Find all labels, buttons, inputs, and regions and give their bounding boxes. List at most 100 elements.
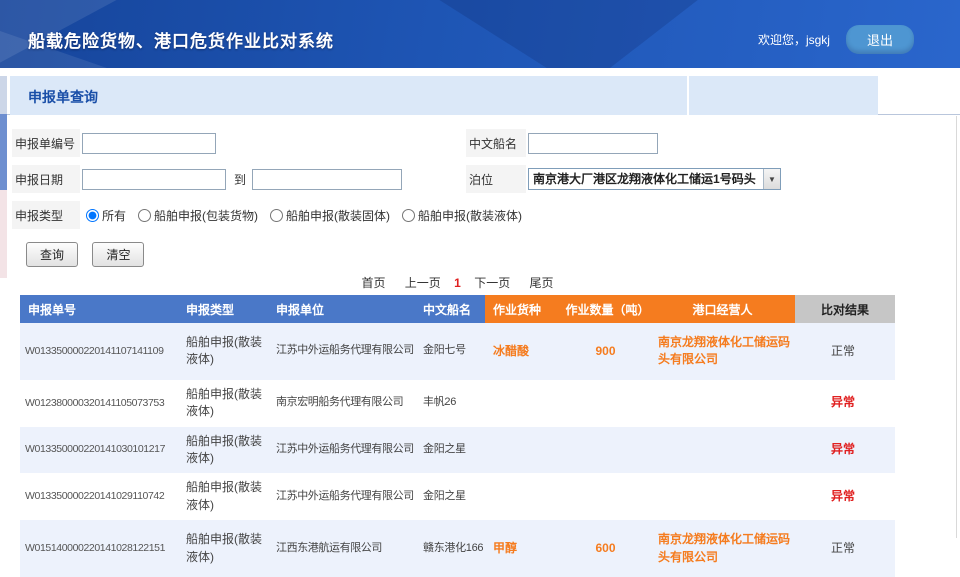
header-gap <box>0 68 960 76</box>
logout-button[interactable]: 退出 <box>846 25 914 54</box>
cell-agent: 江苏中外运船务代理有限公司 <box>268 323 415 380</box>
cell-declare-type: 船舶申报(散装液体) <box>178 323 268 380</box>
table-row: W013350000220141107141109船舶申报(散装液体)江苏中外运… <box>20 323 895 380</box>
column-header-3: 中文船名 <box>415 295 485 323</box>
left-strip-handle[interactable] <box>0 114 7 190</box>
declare-type-option[interactable]: 所有 <box>86 207 126 224</box>
cell-operator <box>650 380 795 427</box>
date-to-input[interactable] <box>252 169 402 190</box>
declare-type-option[interactable]: 船舶申报(散装固体) <box>270 207 390 224</box>
cell-cargo <box>485 473 565 520</box>
column-header-4: 作业货种 <box>485 295 565 323</box>
column-header-2: 申报单位 <box>268 295 415 323</box>
declare-date-label: 申报日期 <box>12 165 80 193</box>
table-row: W013350000220141030101217船舶申报(散装液体)江苏中外运… <box>20 427 895 474</box>
declare-type-option[interactable]: 船舶申报(散装液体) <box>402 207 522 224</box>
left-panel-strip[interactable] <box>0 76 7 278</box>
cell-agent: 江西东港航运有限公司 <box>268 520 415 577</box>
cell-agent: 江苏中外运船务代理有限公司 <box>268 427 415 474</box>
date-to-label: 到 <box>234 171 246 188</box>
tab-declaration-query[interactable]: 申报单查询 <box>10 76 878 115</box>
column-header-1: 申报类型 <box>178 295 268 323</box>
page-right-edge <box>956 116 957 538</box>
dropdown-arrow-icon[interactable]: ▼ <box>763 169 780 189</box>
declare-type-option[interactable]: 船舶申报(包装货物) <box>138 207 258 224</box>
pagination: 首页 上一页 1 下一页 尾页 <box>20 274 895 291</box>
table-row: W012380000320141105073753船舶申报(散装液体)南京宏明船… <box>20 380 895 427</box>
cell-quantity <box>565 380 650 427</box>
column-header-6: 港口经营人 <box>650 295 795 323</box>
declare-type-radio[interactable] <box>270 209 283 222</box>
berth-label: 泊位 <box>466 165 526 193</box>
cell-declaration-no: W013350000220141030101217 <box>20 427 178 474</box>
declare-type-option-label: 船舶申报(包装货物) <box>154 207 258 224</box>
pagination-current-page: 1 <box>454 276 461 290</box>
cell-ship-name: 金阳之星 <box>415 427 485 474</box>
cell-declaration-no: W012380000320141105073753 <box>20 380 178 427</box>
pagination-first[interactable]: 首页 <box>361 276 385 290</box>
cell-operator: 南京龙翔液体化工储运码头有限公司 <box>650 323 795 380</box>
cell-operator: 南京龙翔液体化工储运码头有限公司 <box>650 520 795 577</box>
table-row: W013350000220141029110742船舶申报(散装液体)江苏中外运… <box>20 473 895 520</box>
column-header-0: 申报单号 <box>20 295 178 323</box>
left-strip-top <box>0 76 7 114</box>
cell-result: 正常 <box>795 323 895 380</box>
tab-divider <box>687 76 689 115</box>
results-table: 申报单号申报类型申报单位中文船名作业货种作业数量（吨）港口经营人比对结果 W01… <box>20 295 895 577</box>
berth-select[interactable]: 南京港大厂港区龙翔液体化工储运1号码头 ▼ <box>528 168 781 190</box>
page-title: 申报单查询 <box>28 87 98 107</box>
cell-quantity <box>565 473 650 520</box>
results-table-body: W013350000220141107141109船舶申报(散装液体)江苏中外运… <box>20 323 895 577</box>
column-header-7: 比对结果 <box>795 295 895 323</box>
cell-operator <box>650 427 795 474</box>
tabbar-wrap: 申报单查询 <box>0 76 960 115</box>
cell-agent: 江苏中外运船务代理有限公司 <box>268 473 415 520</box>
declare-type-option-label: 船舶申报(散装固体) <box>286 207 390 224</box>
cell-declare-type: 船舶申报(散装液体) <box>178 380 268 427</box>
declare-type-radio[interactable] <box>402 209 415 222</box>
app-header: 船载危险货物、港口危货作业比对系统 欢迎您，jsgkj 退出 <box>0 0 960 68</box>
column-header-5: 作业数量（吨） <box>565 295 650 323</box>
cell-quantity: 900 <box>565 323 650 380</box>
results-table-head-row: 申报单号申报类型申报单位中文船名作业货种作业数量（吨）港口经营人比对结果 <box>20 295 895 323</box>
date-from-input[interactable] <box>82 169 226 190</box>
cell-quantity: 600 <box>565 520 650 577</box>
cell-cargo: 冰醋酸 <box>485 323 565 380</box>
app-title: 船载危险货物、港口危货作业比对系统 <box>28 27 758 52</box>
cell-declaration-no: W013350000220141107141109 <box>20 323 178 380</box>
declare-type-radio[interactable] <box>86 209 99 222</box>
declare-type-options: 所有 船舶申报(包装货物) 船舶申报(散装固体) 船舶申报(散装液体) <box>86 207 534 224</box>
cell-agent: 南京宏明船务代理有限公司 <box>268 380 415 427</box>
cell-declare-type: 船舶申报(散装液体) <box>178 473 268 520</box>
cell-declare-type: 船舶申报(散装液体) <box>178 427 268 474</box>
cell-cargo <box>485 380 565 427</box>
query-button[interactable]: 查询 <box>26 242 78 267</box>
cell-ship-name: 金阳七号 <box>415 323 485 380</box>
cell-result: 正常 <box>795 520 895 577</box>
cell-declaration-no: W015140000220141028122151 <box>20 520 178 577</box>
cell-operator <box>650 473 795 520</box>
pagination-next[interactable]: 下一页 <box>474 276 510 290</box>
ship-name-input[interactable] <box>528 133 658 154</box>
cell-result: 异常 <box>795 380 895 427</box>
cell-result: 异常 <box>795 473 895 520</box>
cell-result: 异常 <box>795 427 895 474</box>
table-row: W015140000220141028122151船舶申报(散装液体)江西东港航… <box>20 520 895 577</box>
query-form: 申报单编号 中文船名 申报日期 到 泊位 南京港大厂港区龙翔液体化工储运1号码头… <box>0 129 960 267</box>
clear-button[interactable]: 清空 <box>92 242 144 267</box>
pagination-last[interactable]: 尾页 <box>530 276 554 290</box>
declare-type-label: 申报类型 <box>12 201 80 229</box>
left-strip-bottom <box>0 190 7 278</box>
cell-quantity <box>565 427 650 474</box>
cell-cargo <box>485 427 565 474</box>
cell-declaration-no: W013350000220141029110742 <box>20 473 178 520</box>
cell-ship-name: 金阳之星 <box>415 473 485 520</box>
declaration-no-label: 申报单编号 <box>12 129 80 157</box>
berth-selected-value: 南京港大厂港区龙翔液体化工储运1号码头 <box>529 169 763 189</box>
cell-cargo: 甲醇 <box>485 520 565 577</box>
pagination-prev[interactable]: 上一页 <box>405 276 441 290</box>
declaration-no-input[interactable] <box>82 133 216 154</box>
welcome-text: 欢迎您，jsgkj <box>758 31 830 48</box>
declare-type-radio[interactable] <box>138 209 151 222</box>
ship-name-label: 中文船名 <box>466 129 526 157</box>
